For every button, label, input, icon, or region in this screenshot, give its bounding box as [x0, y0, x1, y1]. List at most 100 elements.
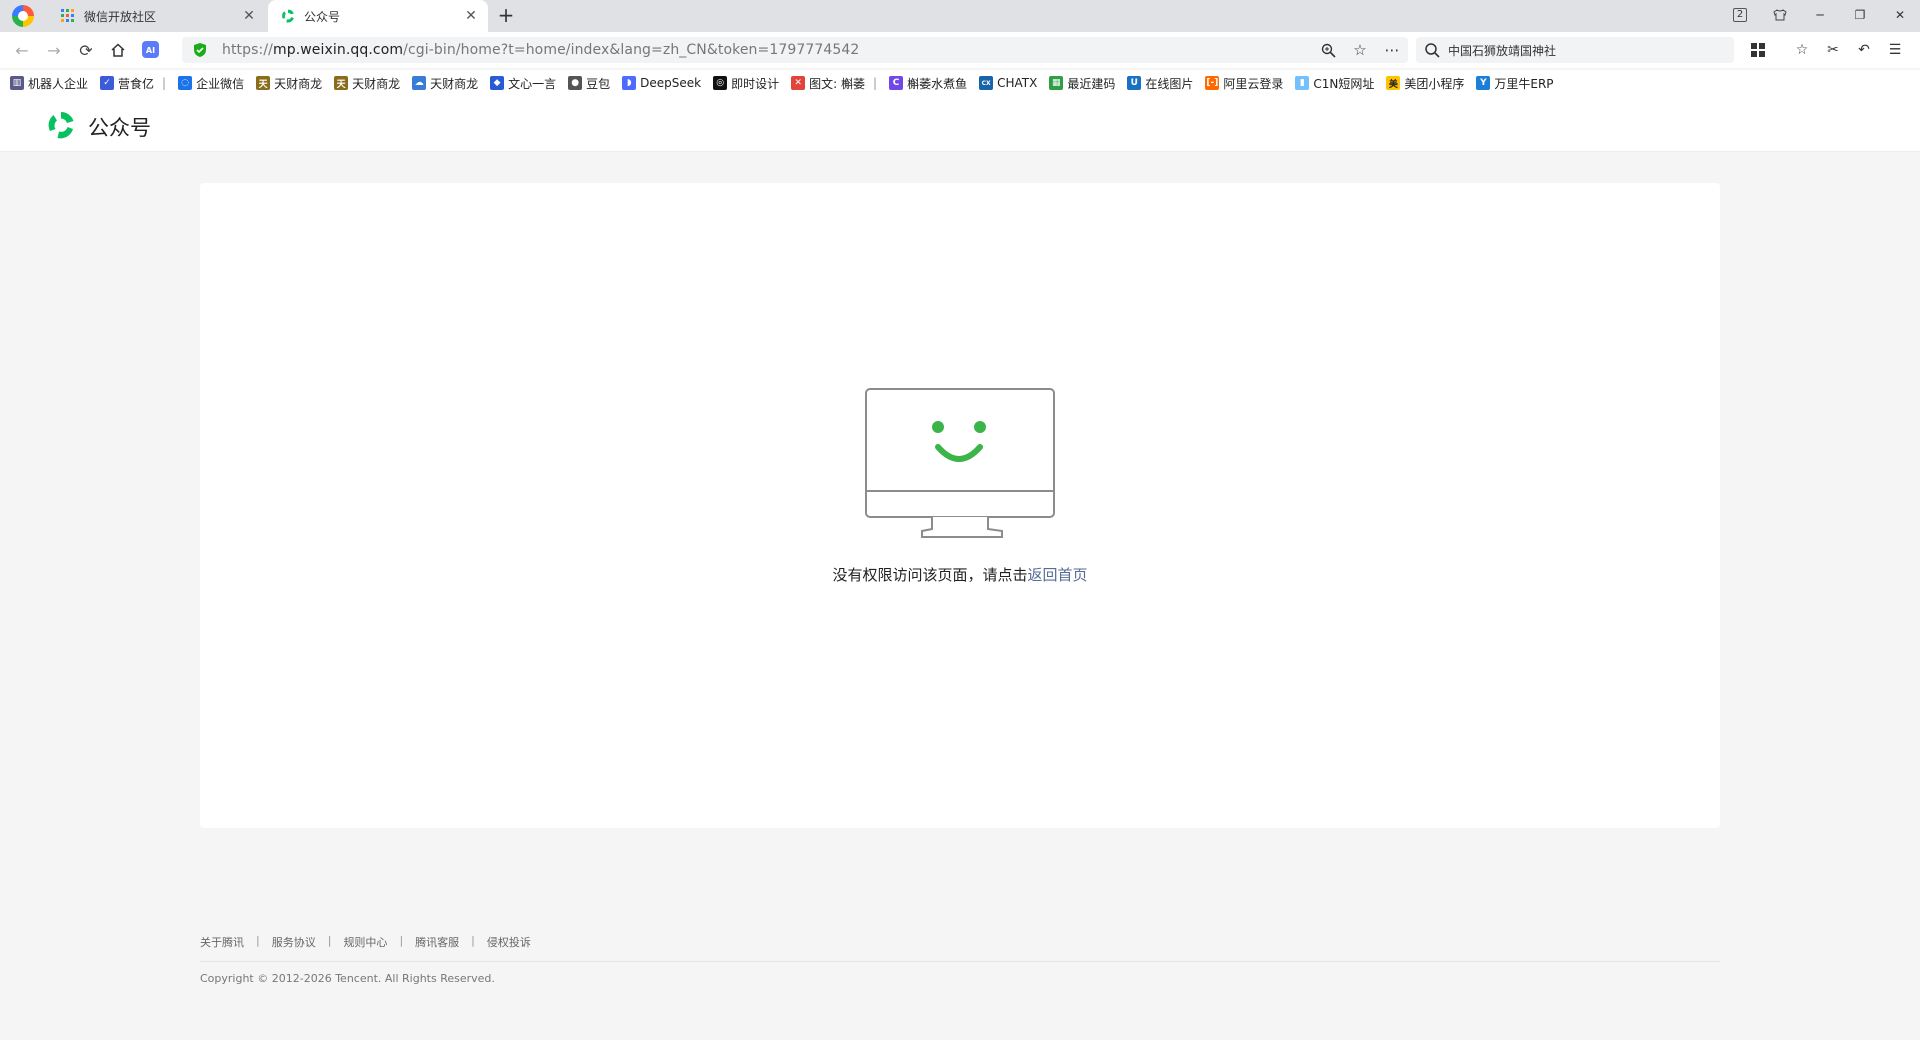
footer-link-about[interactable]: 关于腾讯 — [200, 934, 244, 950]
bookmark-item[interactable]: ✕ 图文: 槲萎 | — [791, 75, 877, 92]
apps-grid-icon[interactable] — [1748, 40, 1768, 60]
bookmark-label: 槲萎水煮鱼 — [907, 76, 968, 91]
tab-count-badge: 2 — [1733, 8, 1747, 22]
back-arrow-icon[interactable]: ← — [10, 38, 34, 62]
bookmark-item[interactable]: ▦ 最近建码 — [1049, 75, 1115, 92]
footer-divider: | — [471, 934, 475, 947]
bookmark-item[interactable]: ◆ 文心一言 — [490, 75, 556, 92]
bookmark-item[interactable]: 美美团小程序 — [1386, 75, 1464, 92]
bookmark-label: 营食亿 — [118, 76, 155, 91]
doubao-icon: ● — [568, 76, 583, 90]
bookmark-item[interactable]: ✓ 营食亿 | — [100, 75, 166, 92]
bookmark-item[interactable]: ● 豆包 — [568, 75, 610, 92]
tab-title: 微信开放社区 — [84, 9, 157, 24]
mp-logo-icon[interactable] — [46, 110, 76, 140]
bookmark-item[interactable]: Y 万里牛ERP — [1476, 75, 1554, 92]
bookmark-label: 最近建码 — [1067, 76, 1116, 91]
security-shield-icon — [194, 43, 206, 57]
window-controls: 2 ─ ❐ ✕ — [1720, 0, 1920, 30]
minimize-button[interactable]: ─ — [1800, 0, 1840, 30]
bookmark-label: 天财商龙 — [352, 76, 401, 91]
wework-icon: ◌ — [178, 76, 193, 90]
close-tab-icon[interactable]: ✕ — [238, 8, 260, 24]
deepseek-icon: ◗ — [622, 76, 637, 90]
robot-icon: ▥ — [10, 76, 24, 90]
restore-button[interactable]: ❐ — [1840, 0, 1880, 30]
wenxin-icon: ◆ — [490, 76, 505, 90]
footer-link-support[interactable]: 腾讯客服 — [415, 934, 459, 950]
tiancai-icon: 天 — [256, 76, 271, 90]
shirt-icon[interactable] — [1760, 0, 1800, 30]
bookmark-label: CHATX — [997, 76, 1038, 90]
zoom-icon[interactable] — [1312, 43, 1344, 58]
tab-wechat-community[interactable]: 微信开放社区 ✕ — [48, 0, 266, 32]
new-tab-button[interactable]: + — [494, 4, 518, 28]
close-window-button[interactable]: ✕ — [1880, 0, 1920, 30]
url-text[interactable]: https://mp.weixin.qq.com/cgi-bin/home?t=… — [222, 42, 1312, 58]
bookmark-label: 天财商龙 — [430, 76, 479, 91]
footer-divider: | — [256, 934, 260, 947]
bookmark-item[interactable]: ▮ C1N短网址 — [1295, 75, 1374, 92]
bookmark-item[interactable]: ◌ 企业微信 — [178, 75, 244, 92]
grid-favicon-icon — [60, 8, 76, 24]
bookmark-separator: | — [873, 76, 878, 90]
bookmark-item[interactable]: CX CHATX — [979, 76, 1037, 90]
bookmark-item[interactable]: ▥ 机器人企业 — [10, 75, 88, 92]
bookmark-item[interactable]: 天天财商龙 — [334, 75, 400, 92]
bookmark-item[interactable]: ◎ 即时设计 — [713, 75, 779, 92]
bookmark-label: 机器人企业 — [28, 76, 89, 91]
scissors-icon[interactable]: ✂ — [1823, 40, 1843, 60]
home-icon[interactable] — [106, 38, 130, 62]
mp-favicon-icon — [280, 8, 296, 24]
bookmark-item[interactable]: ◗ DeepSeek — [622, 76, 701, 90]
site-name[interactable]: 公众号 — [88, 112, 151, 142]
site-header: 公众号 — [0, 96, 1920, 152]
url-host: mp.weixin.qq.com — [272, 42, 404, 58]
forward-arrow-icon[interactable]: → — [42, 38, 66, 62]
bookmark-label: 天财商龙 — [274, 76, 323, 91]
svg-text:AI: AI — [146, 46, 155, 55]
undo-icon[interactable]: ↶ — [1854, 40, 1874, 60]
more-options-icon[interactable]: ⋯ — [1376, 41, 1408, 59]
bookmark-label: 万里牛ERP — [1494, 76, 1554, 91]
footer-link-infringement[interactable]: 侵权投诉 — [487, 934, 531, 950]
footer-link-agreement[interactable]: 服务协议 — [272, 934, 316, 950]
browser-logo-icon[interactable] — [12, 5, 34, 27]
bookmark-separator: | — [162, 76, 167, 90]
close-tab-icon[interactable]: ✕ — [460, 8, 482, 24]
bookmark-star-icon[interactable]: ☆ — [1344, 41, 1376, 59]
search-icon — [1425, 43, 1440, 58]
footer-divider: | — [327, 934, 332, 947]
reload-icon[interactable]: ⟳ — [74, 38, 98, 62]
c1n-icon: ▮ — [1295, 76, 1310, 90]
tab-count-button[interactable]: 2 — [1720, 0, 1760, 30]
meituan-icon: 美 — [1386, 76, 1401, 90]
favorites-list-icon[interactable]: ☆ — [1792, 40, 1812, 60]
tab-strip: 微信开放社区 ✕ 公众号 ✕ + 2 ─ ❐ ✕ — [0, 0, 1920, 32]
tab-mp-account[interactable]: 公众号 ✕ — [268, 0, 488, 32]
ai-assistant-icon[interactable]: AI — [142, 41, 159, 62]
fish-icon: C — [889, 76, 904, 90]
jsdesign-icon: ◎ — [713, 76, 728, 90]
bookmark-item[interactable]: 天天财商龙 — [256, 75, 322, 92]
bookmark-item[interactable]: U 在线图片 — [1127, 75, 1193, 92]
footer-link-rules[interactable]: 规则中心 — [343, 934, 387, 950]
bookmark-label: 文心一言 — [508, 76, 557, 91]
u-icon: U — [1127, 76, 1142, 90]
url-path: /cgi-bin/home?t=home/index&lang=zh_CN&to… — [403, 42, 860, 58]
bookmark-item[interactable]: [-] 阿里云登录 — [1205, 75, 1283, 92]
search-box[interactable]: 中国石狮放靖国神社 — [1416, 37, 1734, 63]
url-scheme: https:// — [222, 42, 273, 58]
cloud-icon: ☁ — [412, 76, 427, 90]
bookmark-item[interactable]: ☁ 天财商龙 — [412, 75, 478, 92]
bookmark-label: 阿里云登录 — [1223, 76, 1284, 91]
address-bar[interactable]: https://mp.weixin.qq.com/cgi-bin/home?t=… — [182, 37, 1408, 63]
menu-icon[interactable]: ☰ — [1885, 40, 1905, 60]
bookmark-item[interactable]: C 槲萎水煮鱼 — [889, 75, 967, 92]
tuwen-icon: ✕ — [791, 76, 806, 90]
back-home-link[interactable]: 返回首页 — [1028, 566, 1088, 584]
bookmark-label: 美团小程序 — [1404, 76, 1465, 91]
bookmark-label: DeepSeek — [640, 76, 702, 90]
aliyun-icon: [-] — [1205, 76, 1220, 90]
shield-bookmark-icon: ✓ — [100, 76, 115, 90]
